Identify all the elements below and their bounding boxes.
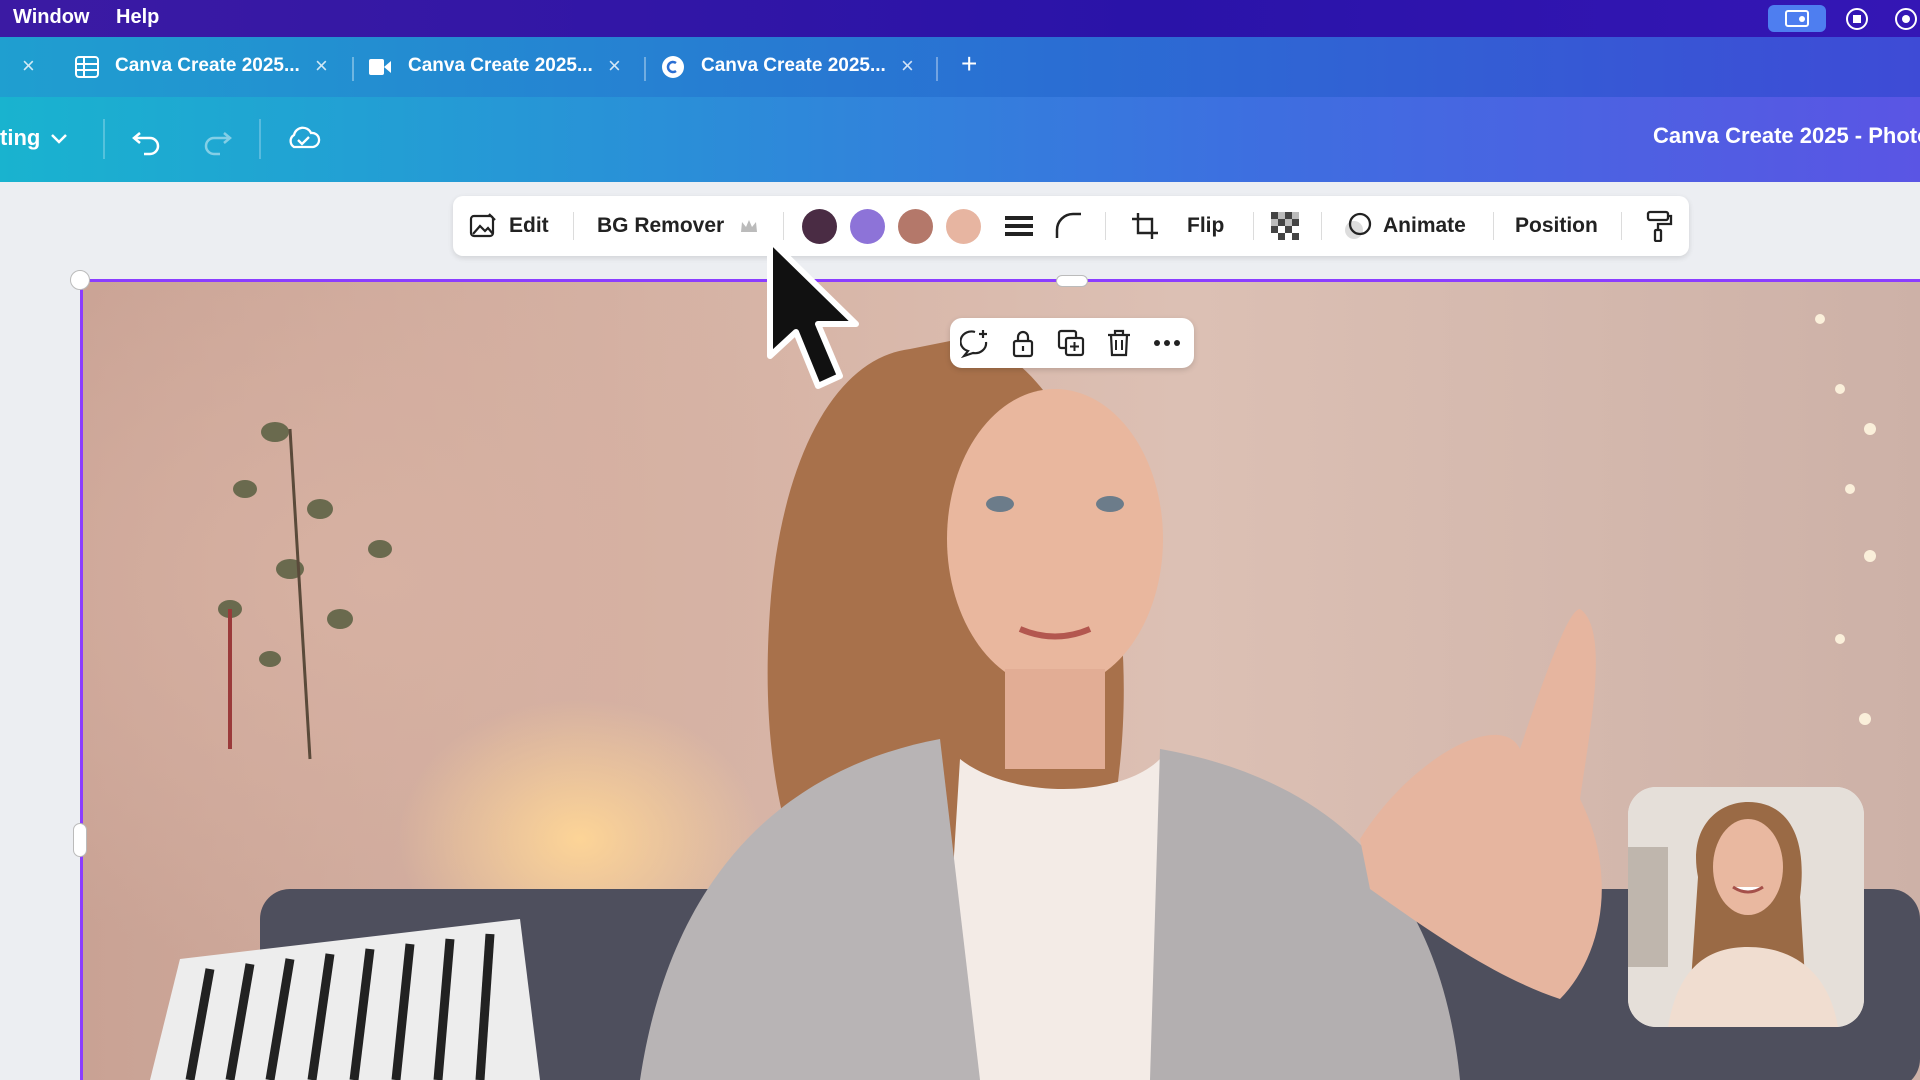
border-style-button[interactable] xyxy=(1003,196,1035,256)
corner-rounding-button[interactable] xyxy=(1053,196,1085,256)
edit-button[interactable]: Edit xyxy=(469,196,559,256)
crop-icon xyxy=(1132,213,1158,239)
menu-window[interactable]: Window xyxy=(13,6,89,29)
color-swatch[interactable] xyxy=(946,209,981,244)
toolbar-divider xyxy=(1105,212,1106,240)
trash-icon xyxy=(1108,329,1130,357)
canva-logo-icon xyxy=(661,56,685,78)
toolbar-divider xyxy=(1253,212,1254,240)
comment-add-icon xyxy=(959,330,988,359)
menu-help[interactable]: Help xyxy=(116,6,159,29)
context-toolbar: Edit BG Remover Flip Animate Position xyxy=(453,196,1689,256)
tab-strip: × Canva Create 2025... × Canva Create 20… xyxy=(0,37,1920,97)
tab-label: Canva Create 2025... xyxy=(115,55,300,76)
sheet-icon xyxy=(75,56,99,78)
redo-icon xyxy=(204,132,232,156)
record-icon[interactable] xyxy=(1843,5,1873,32)
resize-handle[interactable] xyxy=(70,270,90,290)
animate-button[interactable]: Animate xyxy=(1343,196,1483,256)
duplicate-button[interactable] xyxy=(1056,328,1086,358)
tab-divider xyxy=(352,57,354,81)
webcam-video xyxy=(1628,787,1864,1027)
save-status-button[interactable] xyxy=(285,121,321,157)
editor-header: ting Canva Create 2025 - Photo xyxy=(0,97,1920,182)
toolbar-divider xyxy=(1621,212,1622,240)
tab-label: Canva Create 2025... xyxy=(701,55,886,76)
more-options-button[interactable] xyxy=(1152,328,1182,358)
webcam-overlay xyxy=(1628,787,1864,1027)
tab-video[interactable]: Canva Create 2025... × xyxy=(368,37,628,97)
close-icon[interactable]: × xyxy=(608,53,621,79)
undo-button[interactable] xyxy=(130,123,164,157)
menu-bar: Window Help xyxy=(0,0,1920,37)
cloud-check-icon xyxy=(289,126,321,149)
flip-button[interactable]: Flip xyxy=(1187,196,1237,256)
video-icon xyxy=(368,56,392,78)
resize-handle[interactable] xyxy=(73,823,87,857)
transparency-button[interactable] xyxy=(1269,196,1303,256)
color-swatch[interactable] xyxy=(898,209,933,244)
mode-label: ting xyxy=(0,125,41,150)
new-tab-button[interactable]: + xyxy=(961,37,987,97)
position-button[interactable]: Position xyxy=(1515,196,1605,256)
tab-close-prev[interactable]: × xyxy=(20,37,40,97)
toolbar-divider xyxy=(1321,212,1322,240)
tab-divider xyxy=(936,57,938,81)
tab-divider xyxy=(644,57,646,81)
copy-style-button[interactable] xyxy=(1643,196,1677,256)
lock-icon xyxy=(1012,330,1034,358)
selection-border xyxy=(80,279,83,1080)
mode-dropdown[interactable]: ting xyxy=(0,121,75,157)
redo-button[interactable] xyxy=(200,123,234,157)
toolbar-divider xyxy=(1493,212,1494,240)
header-divider xyxy=(103,119,105,159)
tab-label: Canva Create 2025... xyxy=(408,55,593,76)
paint-roller-icon xyxy=(1646,210,1673,242)
edit-image-icon xyxy=(469,213,496,238)
delete-button[interactable] xyxy=(1104,328,1134,358)
bg-remover-button[interactable]: BG Remover xyxy=(597,196,767,256)
resize-handle[interactable] xyxy=(1056,275,1088,287)
mouse-cursor-icon xyxy=(760,236,880,396)
element-quick-actions xyxy=(950,318,1194,368)
selection-border xyxy=(80,279,1920,282)
crown-icon xyxy=(741,220,757,232)
tab-canva[interactable]: Canva Create 2025... × xyxy=(661,37,921,97)
duplicate-icon xyxy=(1057,329,1085,357)
tab-sheet[interactable]: Canva Create 2025... × xyxy=(75,37,335,97)
toolbar-divider xyxy=(573,212,574,240)
animate-icon xyxy=(1345,212,1372,239)
transparency-icon xyxy=(1271,212,1299,240)
close-icon[interactable]: × xyxy=(315,53,328,79)
screen-share-icon[interactable] xyxy=(1768,5,1826,32)
comment-add-button[interactable] xyxy=(959,328,990,359)
chevron-down-icon xyxy=(48,127,70,154)
crop-button[interactable] xyxy=(1129,196,1163,256)
more-icon xyxy=(1154,340,1180,346)
corner-rounding-icon xyxy=(1055,212,1081,238)
border-style-icon xyxy=(1005,216,1033,236)
document-title[interactable]: Canva Create 2025 - Photo xyxy=(1653,123,1920,149)
close-icon[interactable]: × xyxy=(901,53,914,79)
header-divider xyxy=(259,119,261,159)
undo-icon xyxy=(132,132,160,156)
lock-button[interactable] xyxy=(1008,328,1038,358)
control-center-icon[interactable] xyxy=(1892,5,1920,32)
